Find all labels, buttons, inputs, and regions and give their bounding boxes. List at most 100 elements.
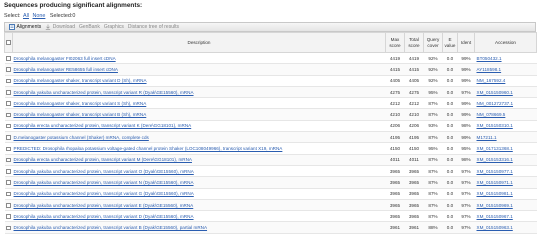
accession-link[interactable]: XM_015150969.1 <box>477 203 513 208</box>
accession-link[interactable]: XM_015150971.1 <box>477 180 513 185</box>
accession-link[interactable]: XM_015150310.1 <box>477 123 513 128</box>
col-accession-header[interactable]: Accession <box>474 32 537 53</box>
row-checkbox[interactable] <box>6 180 11 185</box>
description-cell: Drosophila melanogaster shaker, transcri… <box>12 108 386 121</box>
row-checkbox[interactable] <box>6 123 11 129</box>
max-score-cell[interactable]: 4150 <box>385 142 405 155</box>
accession-link[interactable]: AY118598.1 <box>477 67 502 72</box>
row-select-cell <box>4 210 13 223</box>
row-checkbox[interactable] <box>6 157 11 163</box>
description-link[interactable]: Drosophila yakuba uncharacterized protei… <box>14 214 194 219</box>
page-title: Sequences producing significant alignmen… <box>4 2 143 9</box>
accession-link[interactable]: XM_015150967.1 <box>477 214 513 219</box>
description-link[interactable]: Drosophila yakuba uncharacterized protei… <box>14 203 194 208</box>
max-score-cell[interactable]: 4210 <box>385 108 405 121</box>
ident-cell: 99% <box>457 75 475 87</box>
accession-cell: XM_015150969.1 <box>474 199 537 212</box>
col-ident-header[interactable]: Ident <box>457 32 475 53</box>
row-select-cell <box>4 120 13 133</box>
row-select-cell <box>4 199 13 212</box>
description-link[interactable]: Drosophila melanogaster shaker, transcri… <box>14 112 147 117</box>
max-score-cell[interactable]: 3965 <box>385 199 405 212</box>
max-score-cell[interactable]: 4206 <box>385 120 405 133</box>
max-score-cell[interactable]: 4212 <box>385 97 405 110</box>
col-total-score-header[interactable]: Total score <box>404 32 424 53</box>
alignments-button[interactable]: Alignments <box>9 24 41 30</box>
total-score-cell: 4195 <box>404 131 424 144</box>
description-link[interactable]: Drosophila melanogaster FI02063 full ins… <box>14 56 116 61</box>
graphics-button[interactable]: Graphics <box>104 24 124 30</box>
row-checkbox[interactable] <box>6 214 11 219</box>
accession-link[interactable]: NM_167592.4 <box>477 78 506 83</box>
description-link[interactable]: Drosophila yakuba uncharacterized protei… <box>14 225 208 230</box>
row-checkbox[interactable] <box>6 112 11 118</box>
row-checkbox[interactable] <box>6 203 11 208</box>
row-checkbox[interactable] <box>6 67 11 72</box>
row-select-cell <box>4 176 13 189</box>
col-query-cover-header[interactable]: Query cover <box>423 32 443 53</box>
max-score-cell[interactable]: 4195 <box>385 131 405 144</box>
description-link[interactable]: Drosophila yakuba uncharacterized protei… <box>14 180 194 185</box>
row-checkbox[interactable] <box>6 225 11 231</box>
select-all-link[interactable]: All <box>23 13 29 19</box>
col-description-header[interactable]: Description <box>12 32 386 53</box>
max-score-cell[interactable]: 4405 <box>385 75 405 87</box>
select-none-link[interactable]: None <box>32 13 45 19</box>
max-score-cell[interactable]: 4415 <box>385 63 405 76</box>
description-link[interactable]: Drosophila melanogaster RE58655 full ins… <box>14 67 118 72</box>
ident-cell: 98% <box>457 154 475 166</box>
description-cell: Drosophila melanogaster shaker, transcri… <box>12 97 386 110</box>
accession-link[interactable]: XM_017131368.1 <box>477 146 513 151</box>
download-button[interactable]: Download <box>45 24 75 30</box>
accession-cell: XM_015150971.1 <box>474 176 537 189</box>
row-select-cell <box>4 131 13 144</box>
accession-link[interactable]: XM_015150960.1 <box>477 90 513 95</box>
evalue-cell: 0.0 <box>442 199 458 212</box>
col-max-score-header[interactable]: Max score <box>385 32 405 53</box>
description-link[interactable]: Drosophila melanogaster shaker, transcri… <box>14 78 147 83</box>
row-checkbox[interactable] <box>6 78 11 84</box>
table-row: Drosophila erecta uncharacterized protei… <box>4 154 537 166</box>
row-checkbox[interactable] <box>6 169 11 174</box>
select-all-checkbox[interactable] <box>6 40 11 45</box>
max-score-cell[interactable]: 4011 <box>385 154 405 166</box>
accession-cell: NM_167592.4 <box>474 75 537 87</box>
row-checkbox[interactable] <box>6 135 11 140</box>
row-checkbox[interactable] <box>6 90 11 95</box>
description-link[interactable]: Drosophila yakuba uncharacterized protei… <box>14 90 194 95</box>
ident-cell: 97% <box>457 221 475 234</box>
select-all-header[interactable] <box>4 32 13 53</box>
description-link[interactable]: Drosophila yakuba uncharacterized protei… <box>14 191 194 196</box>
max-score-cell[interactable]: 3961 <box>385 221 405 234</box>
description-link[interactable]: D.melanogaster potassium channel (Shaker… <box>14 135 149 140</box>
row-checkbox[interactable] <box>6 191 11 197</box>
accession-link[interactable]: NM_078669.5 <box>477 112 506 117</box>
description-link[interactable]: Drosophila erecta uncharacterized protei… <box>14 157 192 162</box>
row-checkbox[interactable] <box>6 56 11 61</box>
max-score-cell[interactable]: 4275 <box>385 86 405 99</box>
max-score-cell[interactable]: 3965 <box>385 210 405 223</box>
description-link[interactable]: Drosophila yakuba uncharacterized protei… <box>14 169 194 174</box>
accession-link[interactable]: XM_015153316.1 <box>477 157 513 162</box>
max-score-cell[interactable]: 4419 <box>385 52 405 65</box>
accession-link[interactable]: BT050432.1 <box>477 56 502 61</box>
max-score-cell[interactable]: 3965 <box>385 188 405 200</box>
col-evalue-header[interactable]: E value <box>442 32 458 53</box>
description-link[interactable]: Drosophila melanogaster shaker, transcri… <box>14 101 147 106</box>
distance-tree-button[interactable]: Distance tree of results <box>128 24 179 30</box>
max-score-cell[interactable]: 3965 <box>385 176 405 189</box>
distance-tree-label: Distance tree of results <box>127 24 179 30</box>
description-cell: Drosophila melanogaster FI02063 full ins… <box>12 52 386 65</box>
accession-link[interactable]: XM_015150977.1 <box>477 169 513 174</box>
accession-link[interactable]: NM_001272737.1 <box>477 101 514 106</box>
ident-cell: 99% <box>457 131 475 144</box>
genbank-button[interactable]: GenBank <box>79 24 100 30</box>
row-checkbox[interactable] <box>6 101 11 106</box>
description-link[interactable]: PREDICTED: Drosophila rhopaloa potassium… <box>14 146 283 151</box>
row-checkbox[interactable] <box>6 146 11 152</box>
accession-link[interactable]: XM_015150963.1 <box>477 225 513 230</box>
max-score-cell[interactable]: 3965 <box>385 165 405 178</box>
accession-link[interactable]: XM_015150981.1 <box>477 191 513 196</box>
accession-link[interactable]: M17211.1 <box>477 135 497 140</box>
description-link[interactable]: Drosophila erecta uncharacterized protei… <box>14 123 192 128</box>
